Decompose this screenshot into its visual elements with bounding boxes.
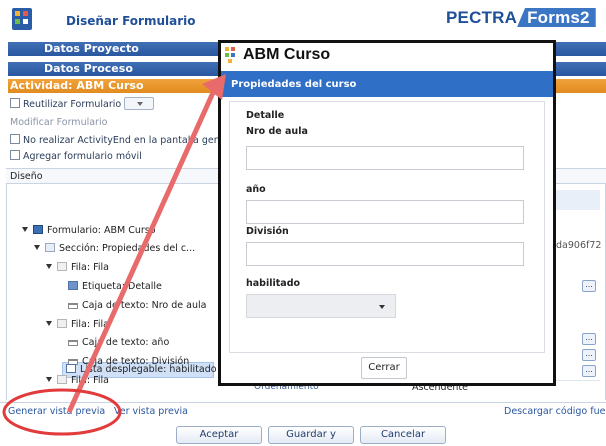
- collapse-icon[interactable]: [46, 321, 52, 326]
- tree-label: Sección: Propiedades del c...: [59, 243, 196, 254]
- cerrar-button[interactable]: Cerrar: [361, 357, 407, 379]
- ellipsis-button[interactable]: ...: [582, 365, 596, 377]
- brand-logo: PECTRA Forms2: [446, 8, 596, 28]
- division-label: División: [246, 226, 289, 237]
- detalle-label: Detalle: [246, 110, 285, 121]
- division-input[interactable]: [246, 242, 524, 266]
- modal-section-bar: Propiedades del curso: [221, 71, 553, 97]
- tree-node-row[interactable]: Fila: Fila: [46, 262, 109, 273]
- label-icon: [68, 281, 78, 290]
- modal-form-panel: Detalle Nro de aula año División habilit…: [229, 101, 545, 353]
- preview-modal: ABM Curso Propiedades del curso Detalle …: [218, 40, 556, 386]
- modal-title: ABM Curso: [243, 46, 331, 63]
- textbox-icon: [68, 340, 78, 346]
- checkbox[interactable]: [10, 150, 20, 160]
- option-reutilizar[interactable]: Reutilizar Formulario: [10, 97, 155, 110]
- tree-label: Caja de texto: año: [82, 337, 170, 348]
- option-label: Reutilizar Formulario: [23, 99, 122, 110]
- anio-input[interactable]: [246, 200, 524, 224]
- ellipsis-button[interactable]: ...: [582, 280, 596, 292]
- app-logo-icon: [225, 47, 239, 63]
- habilitado-label: habilitado: [246, 278, 301, 289]
- tree-node-section[interactable]: Sección: Propiedades del c...: [34, 243, 195, 254]
- tree-node-dropdown[interactable]: Lista desplegable: habilitado: [66, 364, 217, 375]
- section-label: Datos Proyecto: [44, 42, 139, 55]
- tree-node-form[interactable]: Formulario: ABM Curso: [22, 225, 156, 236]
- textbox-icon: [68, 303, 78, 309]
- design-heading: Diseño: [10, 171, 43, 182]
- ellipsis-button[interactable]: ...: [582, 333, 596, 345]
- tree-node-row[interactable]: Fila: Fila: [46, 319, 109, 330]
- option-label: Agregar formulario móvil: [23, 151, 142, 162]
- page-title: Diseñar Formulario: [66, 14, 196, 28]
- anio-label: año: [246, 184, 266, 195]
- option-label: Modificar Formulario: [10, 117, 108, 128]
- section-label: Datos Proceso: [44, 62, 133, 75]
- option-label: No realizar ActivityEnd en la pantalla g…: [23, 135, 226, 146]
- tree-label: Fila: Fila: [71, 375, 109, 386]
- tree-label: Lista desplegable: habilitado: [80, 364, 217, 375]
- option-no-activity-end[interactable]: No realizar ActivityEnd en la pantalla g…: [10, 134, 226, 146]
- checkbox[interactable]: [10, 134, 20, 144]
- row-icon: [57, 319, 67, 328]
- guid-fragment: da906f72: [556, 240, 602, 251]
- generar-vista-previa-link[interactable]: Generar vista previa: [8, 406, 105, 417]
- collapse-icon[interactable]: [46, 377, 52, 382]
- tree-node-textbox[interactable]: Caja de texto: año: [68, 337, 169, 348]
- tree-node-label[interactable]: Etiqueta: Detalle: [68, 281, 162, 292]
- row-icon: [57, 262, 67, 271]
- collapse-icon[interactable]: [22, 227, 28, 232]
- tree-node-textbox[interactable]: Caja de texto: Nro de aula: [68, 300, 206, 311]
- option-modificar: Modificar Formulario: [10, 117, 107, 128]
- brand-left: PECTRA: [446, 8, 518, 27]
- footer-links: Generar vista previa Ver vista previa De…: [0, 402, 606, 418]
- tree-label: Formulario: ABM Curso: [47, 225, 156, 236]
- checkbox[interactable]: [10, 98, 20, 108]
- form-icon: [33, 225, 43, 234]
- collapse-icon[interactable]: [34, 245, 40, 250]
- aceptar-button[interactable]: Aceptar: [176, 426, 262, 444]
- ellipsis-button[interactable]: ...: [582, 349, 596, 361]
- tree-node-row[interactable]: Fila: Fila: [46, 375, 109, 386]
- tree-label: Fila: Fila: [71, 319, 109, 330]
- brand-right: Forms2: [517, 8, 596, 27]
- nro-aula-label: Nro de aula: [246, 126, 308, 137]
- option-agregar-movil[interactable]: Agregar formulario móvil: [10, 150, 142, 162]
- modal-header: ABM Curso: [221, 43, 553, 69]
- reutilizar-dropdown-button[interactable]: [124, 97, 155, 110]
- guardar-y-cerrar-button[interactable]: Guardar y Cerrar: [268, 426, 354, 446]
- ver-vista-previa-link[interactable]: Ver vista previa: [114, 406, 188, 417]
- tree-label: Fila: Fila: [71, 262, 109, 273]
- tree-label: Etiqueta: Detalle: [82, 281, 162, 292]
- tree-label: Caja de texto: Nro de aula: [82, 300, 207, 311]
- app-logo-icon: [12, 8, 32, 30]
- dropdown-icon: [66, 364, 76, 373]
- cancelar-button[interactable]: Cancelar: [360, 426, 446, 444]
- collapse-icon[interactable]: [46, 264, 52, 269]
- row-icon: [57, 375, 67, 384]
- app-header: Diseñar Formulario PECTRA Forms2: [0, 0, 606, 38]
- section-icon: [45, 243, 55, 252]
- nro-aula-input[interactable]: [246, 146, 524, 170]
- descargar-codigo-link[interactable]: Descargar código fuent: [504, 406, 606, 417]
- section-label: Actividad: ABM Curso: [10, 79, 144, 92]
- habilitado-select[interactable]: [246, 294, 396, 318]
